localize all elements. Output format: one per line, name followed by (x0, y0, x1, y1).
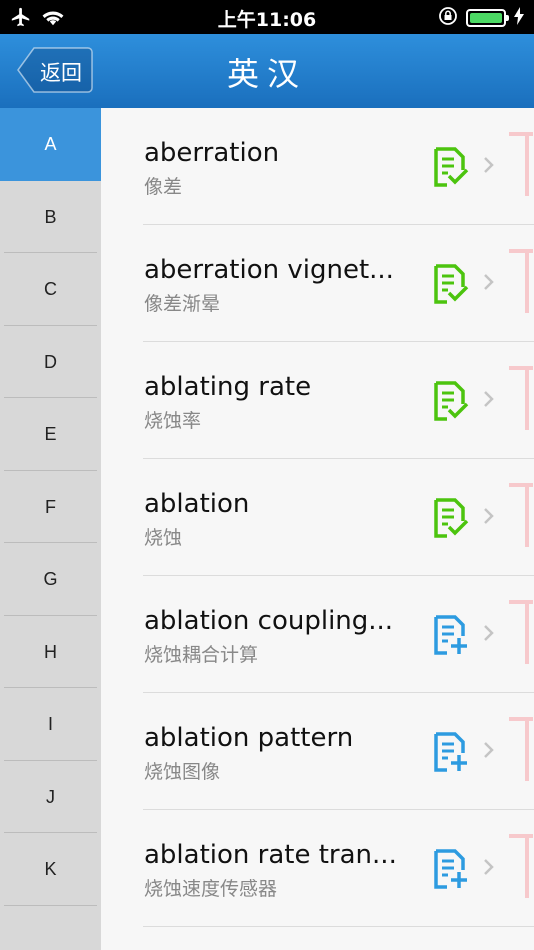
index-item-e[interactable]: E (4, 398, 97, 471)
navigation-bar: 返回 英汉 (0, 34, 534, 108)
entry-translation: 烧蚀率 (144, 410, 202, 432)
page-title: 英汉 (226, 55, 307, 93)
entry-translation: 烧蚀图像 (144, 761, 221, 783)
added-note-icon[interactable] (433, 497, 469, 543)
alphabet-index: A B C D E F G H I J K (0, 108, 101, 950)
entry-word: ablation rate tran... (144, 840, 397, 870)
entry-translation: 烧蚀耦合计算 (144, 644, 259, 666)
entry-translation: 像差渐晕 (144, 293, 221, 315)
chevron-right-icon (483, 507, 495, 529)
word-list: aberration 像差 aberration vignet... 像差渐晕 … (101, 108, 534, 950)
index-item-c[interactable]: C (4, 253, 97, 326)
added-note-icon[interactable] (433, 263, 469, 309)
entry-word: ablating rate (144, 372, 312, 402)
list-item[interactable]: ablation pattern 烧蚀图像 (101, 693, 534, 810)
entry-word: aberration (144, 138, 280, 168)
index-item-h[interactable]: H (4, 616, 97, 688)
index-item-partial[interactable] (4, 906, 97, 950)
index-item-k[interactable]: K (4, 833, 97, 906)
bookmark-ribbon-icon (509, 132, 533, 196)
index-item-d[interactable]: D (4, 326, 97, 398)
list-item[interactable]: ablation coupling... 烧蚀耦合计算 (101, 576, 534, 693)
entry-translation: 烧蚀 (144, 527, 183, 549)
entry-translation: 烧蚀速度传感器 (144, 878, 278, 900)
entry-word: aberration vignet... (144, 255, 394, 285)
entry-word: ablation coupling... (144, 606, 394, 636)
bookmark-ribbon-icon (509, 717, 533, 781)
entry-translation: 像差 (144, 176, 183, 198)
bookmark-ribbon-icon (509, 600, 533, 664)
added-note-icon[interactable] (433, 146, 469, 192)
list-item[interactable]: ablation 烧蚀 (101, 459, 534, 576)
bookmark-ribbon-icon (509, 483, 533, 547)
add-note-icon[interactable] (433, 731, 469, 777)
chevron-right-icon (483, 624, 495, 646)
index-item-i[interactable]: I (4, 688, 97, 761)
charging-icon (514, 7, 524, 29)
index-item-g[interactable]: G (4, 543, 97, 616)
index-item-j[interactable]: J (4, 761, 97, 833)
chevron-right-icon (483, 273, 495, 295)
entry-word: ablation pattern (144, 723, 354, 753)
chevron-right-icon (483, 741, 495, 763)
bookmark-ribbon-icon (509, 366, 533, 430)
entry-word: ablation (144, 489, 250, 519)
list-item[interactable]: aberration 像差 (101, 108, 534, 225)
added-note-icon[interactable] (433, 380, 469, 426)
add-note-icon[interactable] (433, 848, 469, 894)
orientation-lock-icon (438, 6, 458, 30)
index-item-f[interactable]: F (4, 471, 97, 543)
add-note-icon[interactable] (433, 614, 469, 660)
battery-icon (466, 9, 509, 27)
list-item[interactable]: ablation rate tran... 烧蚀速度传感器 (101, 810, 534, 927)
chevron-right-icon (483, 156, 495, 178)
status-bar: 上午11:06 (0, 0, 534, 34)
chevron-right-icon (483, 390, 495, 412)
chevron-right-icon (483, 858, 495, 880)
index-item-a[interactable]: A (0, 108, 101, 181)
bookmark-ribbon-icon (509, 834, 533, 898)
index-item-b[interactable]: B (4, 181, 97, 253)
bookmark-ribbon-icon (509, 249, 533, 313)
list-item[interactable]: aberration vignet... 像差渐晕 (101, 225, 534, 342)
list-item[interactable]: ablating rate 烧蚀率 (101, 342, 534, 459)
